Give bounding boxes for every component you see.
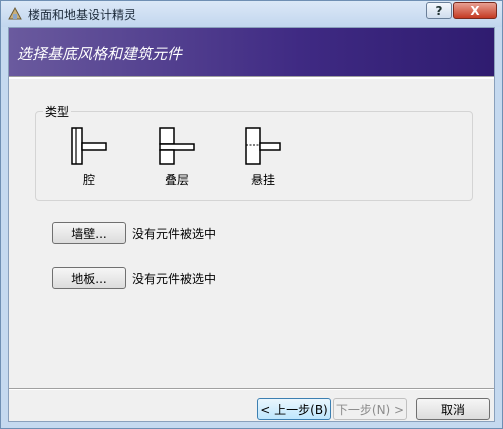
type-option-stacked[interactable]: 叠层 xyxy=(147,127,207,187)
next-button[interactable]: 下一步(N) > xyxy=(333,398,407,420)
floor-button[interactable]: 地板... xyxy=(52,267,126,289)
title-bar[interactable]: 楼面和地基设计精灵 ? X xyxy=(1,1,502,27)
wizard-client-area: 选择基底风格和建筑元件 类型 腔 叠层 悬挂 墙壁... 没有元件被选中 地板.… xyxy=(8,27,495,422)
type-option-suspended[interactable]: 悬挂 xyxy=(233,127,293,187)
type-option-label: 腔 xyxy=(82,173,95,187)
cavity-icon xyxy=(71,127,107,165)
back-button[interactable]: < 上一步(B) xyxy=(257,398,331,420)
stacked-icon xyxy=(159,127,195,165)
window-title: 楼面和地基设计精灵 xyxy=(28,8,137,22)
footer-divider xyxy=(9,388,494,390)
type-option-label: 叠层 xyxy=(164,173,189,187)
header-banner: 选择基底风格和建筑元件 xyxy=(9,28,494,76)
wizard-window: 楼面和地基设计精灵 ? X 选择基底风格和建筑元件 类型 腔 叠层 悬挂 墙壁.… xyxy=(0,0,503,429)
app-icon xyxy=(8,6,22,20)
close-button[interactable]: X xyxy=(453,2,497,19)
banner-title: 选择基底风格和建筑元件 xyxy=(17,45,183,63)
walls-status: 没有元件被选中 xyxy=(132,227,217,241)
help-button[interactable]: ? xyxy=(426,2,452,19)
type-option-cavity[interactable]: 腔 xyxy=(59,127,119,187)
cancel-button[interactable]: 取消 xyxy=(416,398,490,420)
type-option-label: 悬挂 xyxy=(250,173,275,187)
walls-button[interactable]: 墙壁... xyxy=(52,222,126,244)
floor-status: 没有元件被选中 xyxy=(132,272,217,286)
header-divider xyxy=(9,76,494,79)
type-group-label: 类型 xyxy=(43,103,72,120)
suspended-icon xyxy=(245,127,281,165)
